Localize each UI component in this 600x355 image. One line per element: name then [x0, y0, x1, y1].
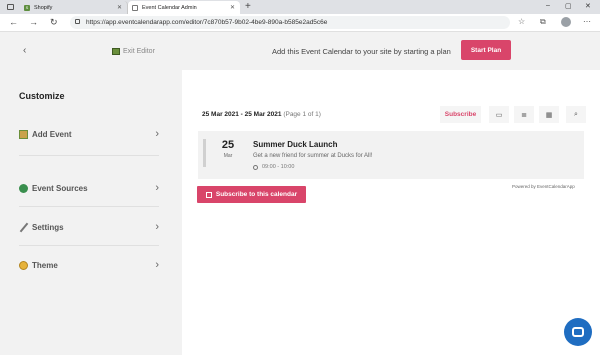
sidebar-item-label: Event Sources: [32, 183, 88, 193]
maximize-button[interactable]: ▢: [565, 2, 572, 10]
event-time: 09:00 - 10:00: [253, 164, 294, 170]
exit-editor-label: Exit Editor: [123, 48, 155, 55]
forward-icon[interactable]: →: [29, 17, 38, 27]
calendar-icon: [205, 191, 212, 198]
image-icon: [112, 48, 120, 55]
exit-editor-button[interactable]: Exit Editor: [112, 48, 155, 55]
chevron-right-icon: ›: [155, 221, 159, 233]
close-icon[interactable]: ✕: [230, 4, 235, 11]
chat-button[interactable]: [564, 318, 592, 346]
event-calendar-icon: [132, 4, 138, 11]
sidebar-item-event-sources[interactable]: Event Sources ›: [19, 178, 159, 198]
palette-icon: [19, 260, 28, 270]
browser-toolbar: ← → ↻ https://app.eventcalendarapp.com/e…: [0, 14, 600, 32]
chevron-right-icon: ›: [155, 182, 159, 194]
sidebar-item-theme[interactable]: Theme ›: [19, 255, 159, 275]
tab-event-calendar-admin[interactable]: Event Calendar Admin ✕: [128, 1, 240, 14]
event-color-bar: [203, 139, 206, 167]
event-month: Mar: [223, 153, 233, 159]
event-title: Summer Duck Launch: [253, 140, 338, 149]
reload-icon[interactable]: ↻: [50, 17, 58, 28]
sidebar: Customize Add Event › Event Sources › Se…: [0, 70, 182, 355]
sidebar-item-label: Theme: [32, 260, 58, 270]
globe-icon: [19, 183, 28, 193]
chat-icon: [572, 327, 584, 337]
tab-label: Event Calendar Admin: [142, 4, 197, 11]
sidebar-item-label: Settings: [32, 222, 64, 232]
chevron-right-icon: ›: [155, 259, 159, 271]
back-arrow-icon[interactable]: ‹: [23, 45, 26, 56]
start-plan-button[interactable]: Start Plan: [461, 40, 511, 60]
sidebar-title: Customize: [19, 91, 65, 101]
subscribe-to-calendar-button[interactable]: Subscribe to this calendar: [197, 186, 306, 203]
image-icon: [19, 129, 28, 139]
close-window-button[interactable]: ✕: [585, 2, 591, 10]
event-card[interactable]: 25 Mar Summer Duck Launch Get a new frie…: [198, 131, 584, 179]
event-description: Get a new friend for summer at Ducks for…: [253, 153, 373, 159]
event-time-label: 09:00 - 10:00: [262, 164, 295, 170]
promo-text: Add this Event Calendar to your site by …: [272, 47, 451, 56]
tab-shopify[interactable]: S Shopify ✕: [20, 1, 128, 14]
shopify-icon: S: [24, 4, 30, 11]
tab-actions-icon[interactable]: [7, 4, 14, 10]
page-info: (Page 1 of 1): [283, 111, 321, 118]
sidebar-item-settings[interactable]: Settings ›: [19, 217, 159, 237]
address-bar[interactable]: https://app.eventcalendarapp.com/editor/…: [70, 16, 510, 29]
date-range-label: 25 Mar 2021 - 25 Mar 2021: [202, 111, 282, 118]
pencil-icon: [19, 223, 28, 232]
tab-label: Shopify: [34, 4, 53, 11]
grid-view-icon[interactable]: ▦: [539, 106, 559, 123]
clock-icon: [253, 164, 258, 170]
subscribe-button[interactable]: Subscribe: [440, 106, 481, 123]
calendar-preview: 25 Mar 2021 - 25 Mar 2021 (Page 1 of 1) …: [182, 70, 600, 355]
profile-icon[interactable]: [561, 17, 571, 27]
powered-by: Powered by EventCalendarApp: [512, 184, 575, 189]
close-icon[interactable]: ✕: [117, 4, 122, 11]
list-view-icon[interactable]: ≣: [514, 106, 534, 123]
collections-icon[interactable]: ⧉: [540, 17, 546, 27]
minimize-button[interactable]: –: [546, 2, 550, 9]
back-icon[interactable]: ←: [9, 17, 18, 27]
tab-strip: S Shopify ✕ Event Calendar Admin ✕ + – ▢…: [0, 0, 600, 14]
star-icon[interactable]: ☆: [518, 17, 525, 26]
divider: [19, 206, 159, 207]
chevron-right-icon: ›: [155, 128, 159, 140]
sidebar-item-label: Add Event: [32, 129, 72, 139]
search-icon[interactable]: ⌕: [566, 106, 586, 123]
new-tab-button[interactable]: +: [245, 1, 251, 12]
subscribe-calendar-label: Subscribe to this calendar: [215, 191, 298, 198]
calendar-view-icon[interactable]: ▭: [489, 106, 509, 123]
lock-icon[interactable]: [75, 19, 80, 24]
divider: [19, 245, 159, 246]
divider: [19, 155, 159, 156]
event-day: 25: [221, 139, 235, 151]
app-header: ‹ Exit Editor Add this Event Calendar to…: [0, 32, 600, 70]
sidebar-item-add-event[interactable]: Add Event ›: [19, 124, 159, 144]
date-range: 25 Mar 2021 - 25 Mar 2021 (Page 1 of 1): [202, 111, 321, 118]
more-icon[interactable]: ⋯: [583, 17, 591, 26]
